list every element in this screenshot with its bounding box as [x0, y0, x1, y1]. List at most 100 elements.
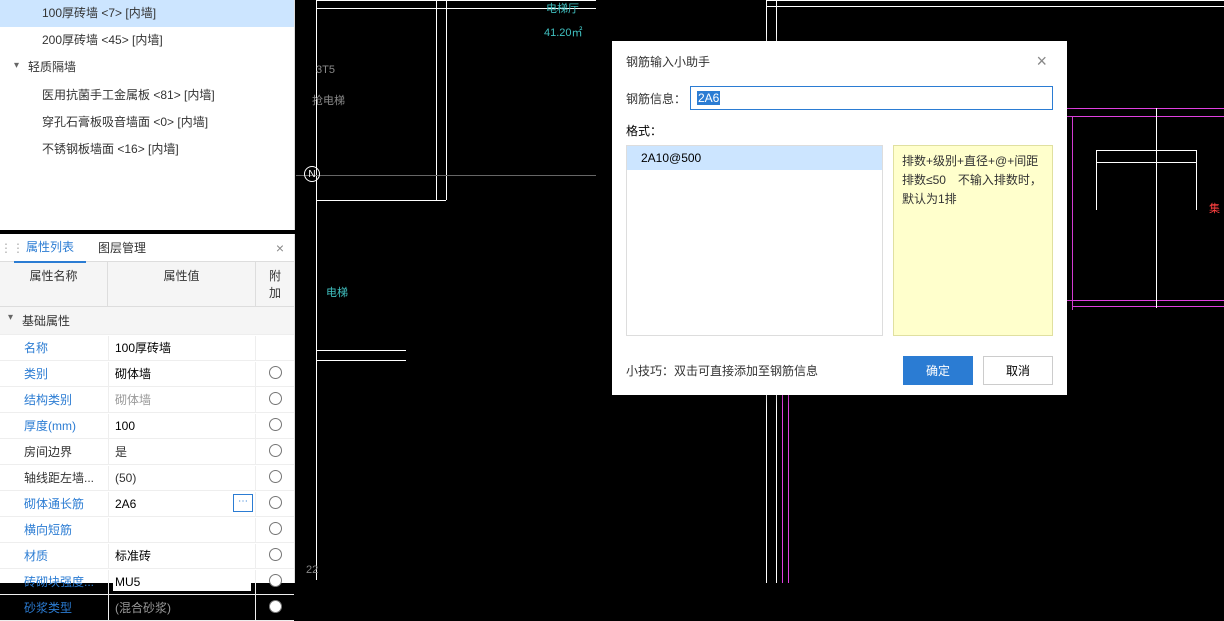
drag-handle-icon[interactable]: ⋮⋮: [0, 241, 14, 255]
cad-bt5: 3T5: [316, 64, 335, 76]
input-strength[interactable]: [113, 573, 251, 591]
input-rebar[interactable]: [113, 495, 251, 513]
prop-row-thickness: 厚度(mm): [0, 413, 294, 439]
property-group-basic[interactable]: 基础属性: [0, 307, 294, 335]
radio-rebar[interactable]: [269, 496, 282, 509]
tab-property-list[interactable]: 属性列表: [14, 232, 86, 263]
rebar-info-input[interactable]: 2A6: [690, 86, 1053, 110]
radio-boundary[interactable]: [269, 444, 282, 457]
prop-extra-mortar[interactable]: [256, 600, 294, 616]
dialog-footer: 小技巧：双击可直接添加至钢筋信息 确定 取消: [612, 346, 1067, 395]
cancel-button[interactable]: 取消: [983, 356, 1053, 385]
input-name[interactable]: [113, 339, 251, 357]
input-thickness[interactable]: [113, 417, 251, 435]
prop-label-boundary: 房间边界: [0, 439, 108, 464]
radio-mortar[interactable]: [269, 600, 282, 613]
ok-button[interactable]: 确定: [903, 356, 973, 385]
prop-label-rebar: 砌体通长筋: [0, 491, 108, 516]
rebar-more-button[interactable]: ⋯: [233, 494, 253, 512]
prop-extra-strength[interactable]: [256, 574, 294, 590]
prop-value-mortar: (混合砂浆): [108, 595, 256, 620]
radio-thickness[interactable]: [269, 418, 282, 431]
cad-label-hall: 电梯厅: [546, 0, 579, 16]
prop-value-thickness[interactable]: [108, 414, 256, 438]
format-item-0[interactable]: 2A10@500: [627, 146, 882, 170]
tree-item-gypsum[interactable]: 穿孔石膏板吸音墙面 <0> [内墙]: [0, 109, 294, 136]
prop-extra-shortbar[interactable]: [256, 522, 294, 538]
prop-row-category: 类别: [0, 361, 294, 387]
dialog-title-bar[interactable]: 钢筋输入小助手 ×: [612, 41, 1067, 82]
prop-extra-struct[interactable]: [256, 392, 294, 408]
close-panel-button[interactable]: ×: [266, 240, 294, 256]
cad-label2: 抢电梯: [312, 92, 345, 108]
property-panel: ⋮⋮ 属性列表 图层管理 × 属性名称 属性值 附加 基础属性 名称 类别 结构…: [0, 234, 295, 583]
prop-extra-category[interactable]: [256, 366, 294, 382]
prop-value-struct: 砌体墙: [108, 387, 256, 412]
prop-label-axis: 轴线距左墙...: [0, 465, 108, 490]
prop-extra-axis[interactable]: [256, 470, 294, 486]
tab-layer-manage[interactable]: 图层管理: [86, 233, 158, 262]
cad-dim1: 41.20㎡: [544, 24, 583, 40]
prop-row-name: 名称: [0, 335, 294, 361]
prop-label-name: 名称: [0, 335, 108, 360]
prop-label-struct: 结构类别: [0, 387, 108, 412]
prop-value-boundary[interactable]: 是: [108, 439, 256, 464]
prop-label-category: 类别: [0, 361, 108, 386]
input-category[interactable]: [113, 365, 251, 383]
prop-row-struct-category: 结构类别 砌体墙: [0, 387, 294, 413]
cad-label3: 电梯: [326, 284, 348, 300]
prop-label-material: 材质: [0, 543, 108, 568]
radio-category[interactable]: [269, 366, 282, 379]
header-name: 属性名称: [0, 262, 108, 306]
prop-value-category[interactable]: [108, 362, 256, 386]
radio-material[interactable]: [269, 548, 282, 561]
dialog-body: 钢筋信息： 2A6 格式： 2A10@500 排数+级别+直径+@+间距排数≤5…: [612, 82, 1067, 346]
prop-value-shortbar[interactable]: [108, 518, 256, 542]
prop-label-mortar: 砂浆类型: [0, 595, 108, 620]
prop-value-name[interactable]: [108, 336, 256, 360]
tree-item-metal-panel[interactable]: 医用抗菌手工金属板 <81> [内墙]: [0, 82, 294, 109]
dialog-close-button[interactable]: ×: [1030, 51, 1053, 72]
radio-axis[interactable]: [269, 470, 282, 483]
prop-extra-thickness[interactable]: [256, 418, 294, 434]
prop-extra-boundary[interactable]: [256, 444, 294, 460]
prop-value-strength[interactable]: [108, 570, 256, 594]
tree-item-wall100[interactable]: 100厚砖墙 <7> [内墙]: [0, 0, 294, 27]
north-marker: N: [304, 166, 320, 182]
tree-category-partition[interactable]: 轻质隔墙: [0, 54, 294, 81]
prop-value-axis[interactable]: (50): [108, 466, 256, 490]
prop-extra-material[interactable]: [256, 548, 294, 564]
prop-row-shortbar: 横向短筋: [0, 517, 294, 543]
radio-struct[interactable]: [269, 392, 282, 405]
prop-value-material[interactable]: [108, 544, 256, 568]
dialog-title-text: 钢筋输入小助手: [626, 53, 710, 70]
property-tabs: ⋮⋮ 属性列表 图层管理 ×: [0, 234, 294, 262]
radio-shortbar[interactable]: [269, 522, 282, 535]
rebar-assistant-dialog: 钢筋输入小助手 × 钢筋信息： 2A6 格式： 2A10@500 排数+级别+直…: [612, 41, 1067, 395]
rebar-info-label: 钢筋信息：: [626, 90, 690, 107]
prop-row-boundary: 房间边界 是: [0, 439, 294, 465]
prop-label-thickness: 厚度(mm): [0, 413, 108, 438]
radio-strength[interactable]: [269, 574, 282, 587]
header-value: 属性值: [108, 262, 256, 306]
cad-num22: 22: [306, 564, 318, 576]
tree-item-stainless[interactable]: 不锈钢板墙面 <16> [内墙]: [0, 136, 294, 163]
format-list[interactable]: 2A10@500: [626, 145, 883, 336]
footer-tip: 小技巧：双击可直接添加至钢筋信息: [626, 362, 818, 379]
prop-label-shortbar: 横向短筋: [0, 517, 108, 542]
cad-jixie: 集: [1209, 200, 1220, 216]
prop-value-rebar[interactable]: ⋯: [108, 492, 256, 516]
format-row: 2A10@500 排数+级别+直径+@+间距排数≤50 不输入排数时，默认为1排: [626, 145, 1053, 336]
tree-item-wall200[interactable]: 200厚砖墙 <45> [内墙]: [0, 27, 294, 54]
prop-extra-rebar[interactable]: [256, 496, 294, 512]
input-shortbar[interactable]: [113, 521, 251, 539]
rebar-info-row: 钢筋信息： 2A6: [626, 86, 1053, 110]
prop-row-strength: 砖砌块强度...: [0, 569, 294, 595]
property-header: 属性名称 属性值 附加: [0, 262, 294, 307]
prop-row-mortar: 砂浆类型 (混合砂浆): [0, 595, 294, 621]
header-extra: 附加: [256, 262, 294, 306]
format-label: 格式：: [626, 122, 1053, 139]
input-material[interactable]: [113, 547, 251, 565]
component-tree: 100厚砖墙 <7> [内墙] 200厚砖墙 <45> [内墙] 轻质隔墙 医用…: [0, 0, 295, 230]
format-hint-box: 排数+级别+直径+@+间距排数≤50 不输入排数时，默认为1排: [893, 145, 1053, 336]
